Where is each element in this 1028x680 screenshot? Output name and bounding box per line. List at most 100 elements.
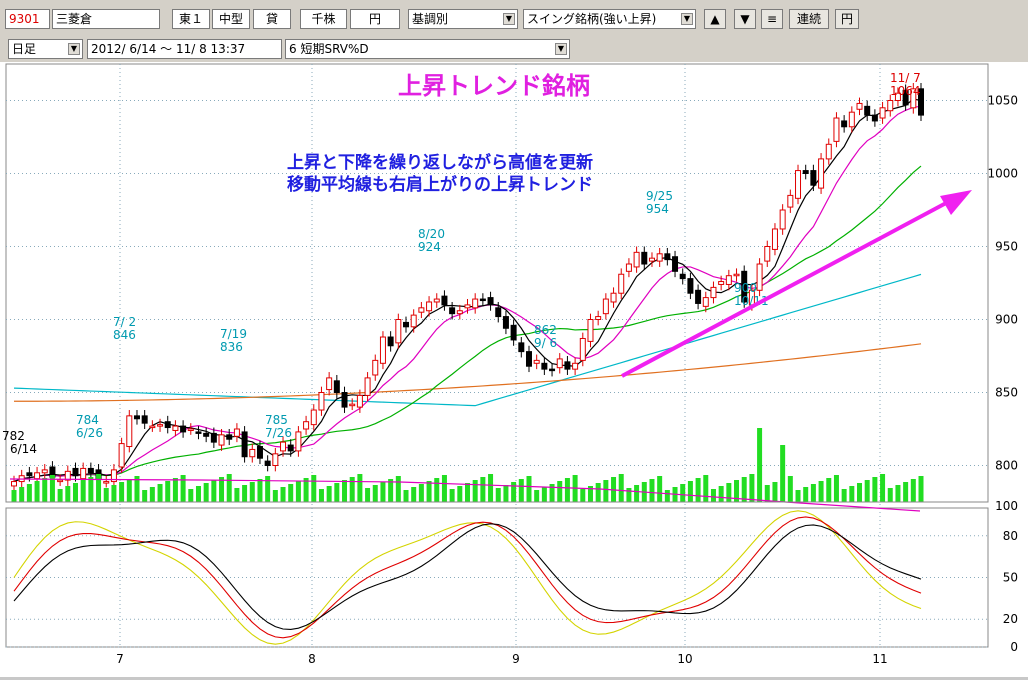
candle-body [556,358,563,369]
volume-bar [557,481,563,502]
candle-body [195,431,202,434]
volume-bar [334,483,340,502]
price-tick-label: 900 [995,313,1018,327]
mode-select[interactable]: 基調別 ▼ [408,9,518,29]
stock-name-field[interactable]: 三菱倉 [52,9,160,29]
next-stock-button[interactable]: ▼ [734,9,756,29]
candle-body [126,415,133,448]
candle-body [34,472,41,480]
candle-body [103,481,110,484]
prev-stock-button[interactable]: ▲ [704,9,726,29]
candle-body [264,460,271,466]
volume-bar [864,480,870,502]
market-badge: 東１ [172,9,210,29]
volume-bar [280,487,286,502]
volume-bar [841,489,847,502]
candle-body [387,336,394,347]
candle-body [479,298,486,302]
candle-body [187,428,194,431]
price-tick-label: 1050 [987,94,1018,108]
candle-body [372,359,379,376]
candle-body [833,117,840,142]
candle-body [648,257,655,262]
volume-bar [318,489,324,502]
candle-body [625,263,632,272]
oscillator-tick-label: 0 [1010,640,1018,654]
continuous-button[interactable]: 連続 [789,9,829,29]
screen-select[interactable]: スイング銘柄(強い上昇) ▼ [523,9,696,29]
volume-bar [580,489,586,502]
volume-bar [26,484,32,502]
candle-body [133,415,140,420]
menu-button[interactable]: ≡ [761,9,783,29]
chart-title: 上昇トレンド銘柄 [398,72,590,100]
toolbar-top: 9301 三菱倉 東１ 中型 貸 千株 円 基調別 ▼ スイング銘柄(強い上昇) ▼… [0,0,1028,36]
candle-body [733,273,740,277]
volume-bar [526,476,532,502]
unit-badge: 千株 [300,9,347,29]
volume-bar [142,490,148,502]
volume-bar [11,490,17,502]
price-tick-label: 950 [995,240,1018,254]
volume-bar [880,474,886,502]
volume-bar [918,476,924,502]
volume-bar [103,488,109,502]
lending-badge: 貸 [253,9,291,29]
volume-bar [234,488,240,502]
candle-body [679,273,686,280]
period-select[interactable]: 日足 ▼ [8,39,83,59]
currency-badge: 円 [350,9,400,29]
chart-svg: 800 850 900 950 1000 1050 7 8 9 10 11 100 80 50 20 0 782… [2,63,1018,666]
chevron-down-icon: ▼ [555,43,567,55]
volume-bar [657,476,663,502]
indicator-select[interactable]: 6 短期SRV%D ▼ [285,39,570,59]
stock-code-field[interactable]: 9301 [5,9,50,29]
volume-bar [634,485,640,502]
volume-bar [165,481,171,502]
candle-body [472,298,479,309]
volume-bar [42,478,48,502]
candle-body [379,336,386,364]
volume-bar [342,480,348,502]
candle-body [280,441,287,452]
volume-bar [603,480,609,502]
candle-body [426,301,433,312]
volume-bar [626,488,632,502]
candle-body [318,392,325,411]
candle-body [779,209,786,230]
candle-body [449,307,456,315]
candle-body [149,425,156,429]
price-label-sub: 6/14 [10,442,37,456]
volume-bar [311,475,317,502]
candle-body [11,481,17,487]
volume-bar [887,488,893,502]
candle-body [787,194,794,208]
month-label: 10 [677,652,692,666]
volume-bar [434,478,440,502]
price-label-sub: 6/26 [76,426,103,440]
volume-bar [403,490,409,502]
candle-body [341,392,348,408]
date-range-field[interactable]: 2012/ 6/14 ～ 11/ 8 13:37 [87,39,282,59]
candle-body [72,467,79,477]
oscillator-tick-label: 50 [1003,571,1018,585]
candle-body [57,479,64,483]
price-tick-label: 850 [995,386,1018,400]
volume-bar [126,479,132,502]
volume-bar [426,481,432,502]
volume-bar [57,489,63,502]
candle-body [687,278,694,294]
candle-body [441,295,448,306]
volume-bar [649,479,655,502]
candle-body [764,246,771,262]
volume-bar [172,478,178,502]
candle-body [410,314,417,328]
volume-bar [511,482,517,502]
yen-button[interactable]: 円 [835,9,859,29]
price-label: 782 [2,429,25,443]
oscillator-panel [5,507,989,648]
chevron-down-icon: ▼ [68,43,80,55]
volume-bar [757,428,763,502]
candle-body [718,281,725,285]
price-label: 785 [265,413,288,427]
